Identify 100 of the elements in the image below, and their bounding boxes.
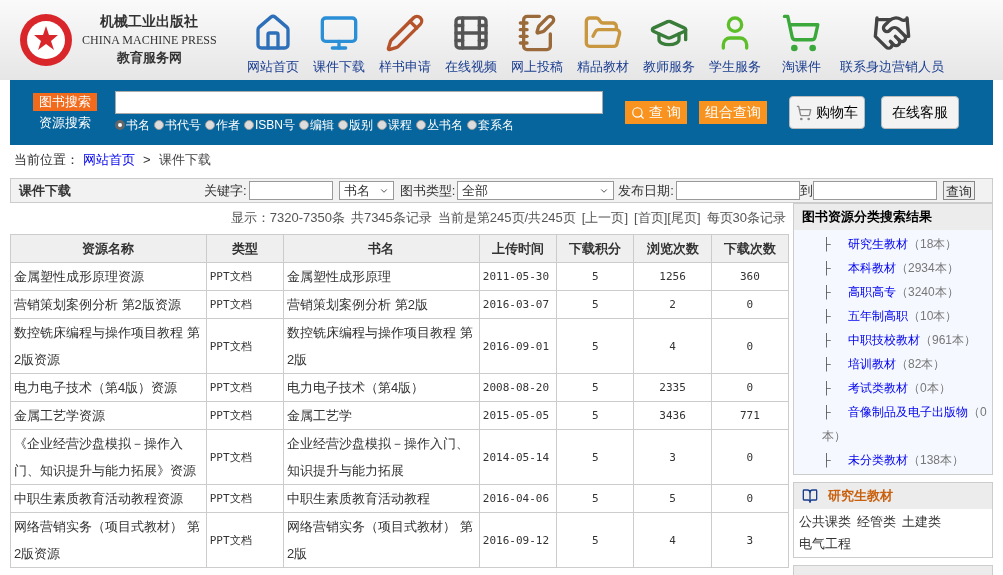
nav-link[interactable]: 联系身边营销人员 [834, 4, 950, 76]
breadcrumb-link[interactable]: 网站首页 [83, 150, 135, 170]
table-cell: 营销策划案例分析 第2版资源 [10, 290, 207, 319]
table-cell: 5 [633, 484, 712, 513]
table-cell: 电力电子技术（第4版）资源 [10, 373, 207, 402]
category-link[interactable]: 研究生教材 [848, 237, 908, 251]
table-cell: 360 [711, 262, 789, 291]
pager-total: 共7345条记录 [350, 209, 432, 228]
breadcrumb-label: 当前位置： [14, 151, 79, 170]
search-radio[interactable]: ISBN号 [244, 116, 295, 134]
nav-link[interactable]: 精品教材 [570, 4, 636, 76]
publisher-english-name: CHINA MACHINE PRESS [82, 32, 217, 49]
category-link[interactable]: 音像制品及电子出版物 [848, 405, 968, 419]
table-cell: 2016-09-12 [479, 512, 557, 568]
table-cell: 1256 [633, 262, 712, 291]
search-tab[interactable]: 资源搜索 [33, 114, 97, 132]
table-cell: 4 [633, 318, 712, 374]
keyword-label: 关键字: [204, 181, 247, 200]
subcategory-link[interactable]: 公共课类 [799, 511, 851, 533]
search-radio[interactable]: 书代号 [154, 116, 201, 134]
prev-page-link[interactable]: [上一页] [581, 208, 629, 228]
table-cell: 3436 [633, 401, 712, 430]
nav-link[interactable]: 淘课件 [768, 4, 834, 76]
category-entry: ├ 中职技校教材（961本） [821, 332, 978, 350]
subcategory-link[interactable]: 经管类 [857, 511, 896, 533]
nav-link[interactable]: 课件下载 [306, 4, 372, 76]
category-link[interactable]: 中职技校教材 [848, 333, 920, 347]
nav-link[interactable]: 网上投稿 [504, 4, 570, 76]
nav-link[interactable]: 网站首页 [240, 4, 306, 76]
search-radio[interactable]: 套系名 [467, 116, 514, 134]
nav-link[interactable]: 教师服务 [636, 4, 702, 76]
table-cell: 2016-03-07 [479, 290, 557, 319]
search-input[interactable] [115, 91, 603, 114]
table-cell: PPT文档 [206, 429, 284, 485]
category-link[interactable]: 高职高专 [848, 285, 896, 299]
keyword-input[interactable] [248, 181, 333, 200]
table-cell: 0 [711, 290, 789, 319]
category-link[interactable]: 培训教材 [848, 357, 896, 371]
shopping-cart-button[interactable]: 购物车 [788, 96, 865, 129]
table-cell: 2015-05-05 [479, 401, 557, 430]
publish-date-label: 发布日期: [618, 181, 674, 200]
table-cell: PPT文档 [206, 401, 284, 430]
table-cell: PPT文档 [206, 373, 284, 402]
graduate-panel-title: 研究生教材 [828, 487, 893, 506]
search-radio[interactable]: 课程 [377, 116, 412, 134]
table-cell: 营销策划案例分析 第2版 [283, 290, 480, 319]
pager-current: 当前是第245页/共245页 [437, 209, 576, 228]
search-radio[interactable]: 编辑 [299, 116, 334, 134]
table-cell: 5 [556, 401, 634, 430]
search-radio[interactable]: 书名 [115, 116, 150, 134]
table-cell: PPT文档 [206, 290, 284, 319]
field-select[interactable]: 书名 [338, 181, 394, 200]
category-entry: ├ 五年制高职（10本） [821, 308, 959, 326]
query-button[interactable]: 查询 [942, 181, 975, 200]
book-type-select[interactable]: 全部 [457, 181, 615, 200]
nav-link[interactable]: 在线视频 [438, 4, 504, 76]
search-radio[interactable]: 丛书名 [416, 116, 463, 134]
house-icon [253, 12, 293, 53]
table-cell: 0 [711, 318, 789, 374]
cart-icon [795, 104, 812, 121]
category-link[interactable]: 未分类教材 [848, 453, 908, 467]
table-cell: 数控铣床编程与操作项目教程 第2版资源 [10, 318, 207, 374]
table-cell: 网络营销实务（项目式教材） 第2版资源 [10, 512, 207, 568]
column-header: 上传时间 [479, 234, 557, 263]
first-page-link[interactable]: [首页] [634, 208, 668, 228]
online-service-button[interactable]: 在线客服 [880, 96, 959, 129]
cart-icon [781, 12, 821, 53]
nav-link[interactable]: 样书申请 [372, 4, 438, 76]
per-page-text: 每页30条记录 [706, 209, 786, 228]
table-cell: 金属工艺学资源 [10, 401, 207, 430]
category-panel-title: 图书资源分类搜索结果 [794, 204, 992, 230]
subcategory-link[interactable]: 土建类 [902, 511, 941, 533]
nav-link[interactable]: 学生服务 [702, 4, 768, 76]
search-radio[interactable]: 作者 [205, 116, 240, 134]
search-radio[interactable]: 版别 [338, 116, 373, 134]
subcategory-link[interactable]: 电气工程 [799, 533, 851, 555]
category-link[interactable]: 考试类教材 [848, 381, 908, 395]
end-date-input[interactable] [812, 181, 937, 200]
book-icon [802, 488, 818, 504]
pager-range: 显示：7320-7350条 [230, 209, 345, 228]
category-link[interactable]: 五年制高职 [848, 309, 908, 323]
column-header: 下载积分 [556, 234, 634, 263]
table-cell: 金属塑性成形原理资源 [10, 262, 207, 291]
emblem-logo-icon [18, 12, 74, 68]
site-subtitle: 教育服务网 [116, 49, 182, 67]
column-header: 下载次数 [711, 234, 789, 263]
category-link[interactable]: 本科教材 [848, 261, 896, 275]
table-cell: 2 [633, 290, 712, 319]
section-title: 课件下载 [19, 181, 72, 200]
last-page-link[interactable]: [尾页] [667, 208, 701, 228]
column-header: 类型 [206, 234, 284, 263]
table-cell: 电力电子技术（第4版） [283, 373, 480, 402]
table-cell: 2016-09-01 [479, 318, 557, 374]
table-cell: PPT文档 [206, 318, 284, 374]
table-cell: 4 [633, 512, 712, 568]
breadcrumb-link[interactable]: 课件下载 [158, 150, 211, 170]
category-entry: ├ 研究生教材（18本） [821, 236, 959, 254]
date-range-label: 到 [799, 181, 813, 200]
table-cell: 5 [556, 429, 634, 485]
start-date-input[interactable] [675, 181, 800, 200]
